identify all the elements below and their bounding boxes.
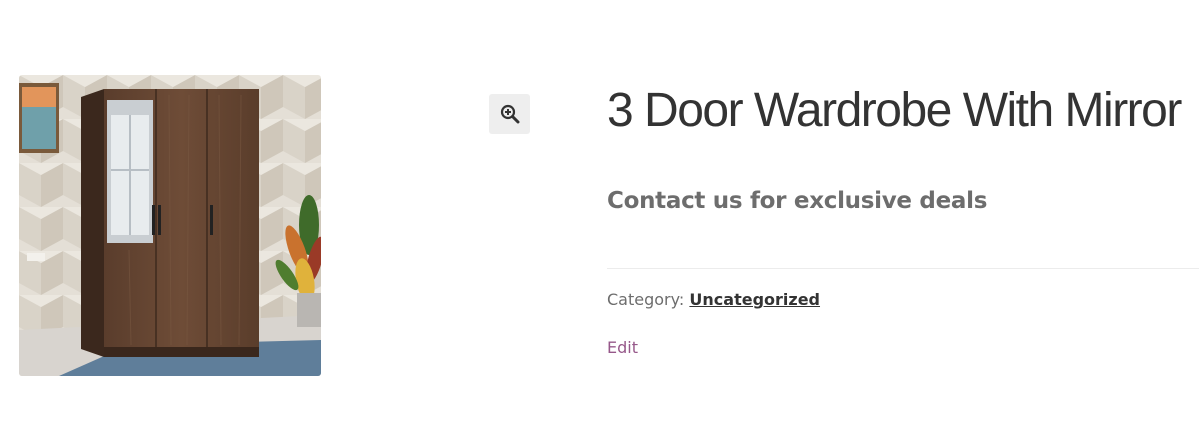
category-link[interactable]: Uncategorized xyxy=(689,290,820,309)
edit-link[interactable]: Edit xyxy=(607,338,638,357)
category-label: Category: xyxy=(607,290,685,309)
product-title: 3 Door Wardrobe With Mirror xyxy=(607,84,1182,137)
product-meta: Category: Uncategorized xyxy=(607,290,820,309)
product-short-description: Contact us for exclusive deals xyxy=(607,188,988,214)
wardrobe-photo xyxy=(19,75,321,376)
product-image[interactable] xyxy=(19,75,321,376)
zoom-button[interactable] xyxy=(489,94,530,134)
divider xyxy=(607,268,1199,269)
magnifier-plus-icon xyxy=(500,104,519,124)
